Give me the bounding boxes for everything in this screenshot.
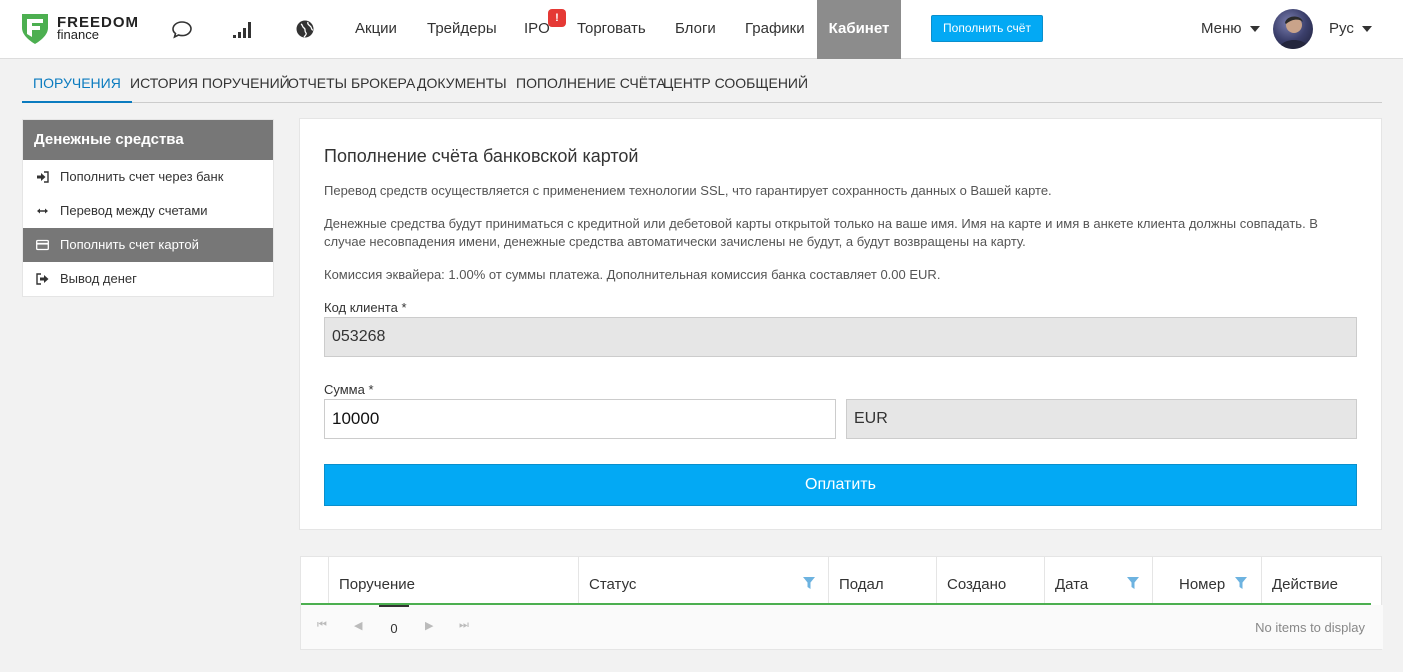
nav-trade[interactable]: Торговать (577, 0, 646, 59)
credit-card-icon (36, 239, 49, 251)
column-action[interactable]: Действие (1261, 557, 1371, 603)
sidebar-item-label: Перевод между счетами (60, 203, 208, 218)
pay-button[interactable]: Оплатить (324, 464, 1357, 506)
column-date[interactable]: Дата (1044, 557, 1152, 603)
panel-title: Пополнение счёта банковской картой (324, 146, 639, 166)
signal-bars-icon[interactable] (232, 18, 254, 40)
grid-header: Поручение Статус Подал Создано Дата Номе… (301, 557, 1371, 605)
client-code-label: Код клиента * (324, 300, 407, 315)
prev-page-icon[interactable]: ◀ (354, 619, 362, 632)
globe-icon[interactable] (294, 18, 316, 40)
currency-field: EUR (846, 399, 1357, 439)
filter-icon[interactable] (803, 577, 815, 589)
grid-pager: ⏮ ◀ 0 ▶ ⏭ No items to display (301, 605, 1383, 649)
logo-shield-icon (22, 14, 48, 44)
subnav-orders[interactable]: ПОРУЧЕНИЯ (22, 60, 132, 103)
column-submitted-by[interactable]: Подал (828, 557, 936, 603)
subnav-message-center[interactable]: ЦЕНТР СООБЩЕНИЙ (663, 60, 808, 103)
arrows-horizontal-icon (37, 208, 48, 214)
cabinet-subnav: ПОРУЧЕНИЯ ИСТОРИЯ ПОРУЧЕНИЙ ОТЧЕТЫ БРОКЕ… (22, 60, 1382, 103)
menu-caret-icon (1249, 26, 1260, 33)
next-page-icon[interactable]: ▶ (425, 619, 433, 632)
sidebar-title: Денежные средства (23, 120, 273, 160)
current-page[interactable]: 0 (379, 605, 409, 649)
column-created[interactable]: Создано (936, 557, 1044, 603)
sidebar-item-transfer[interactable]: Перевод между счетами (23, 194, 273, 228)
user-avatar[interactable] (1273, 9, 1313, 49)
menu-dropdown[interactable]: Меню (1201, 0, 1260, 59)
avatar-portrait-icon (1279, 16, 1309, 49)
menu-label: Меню (1201, 20, 1242, 37)
amount-input[interactable]: 10000 (324, 399, 836, 439)
first-page-icon[interactable]: ⏮ (317, 619, 327, 632)
language-caret-icon (1361, 26, 1372, 33)
filter-icon[interactable] (1127, 577, 1139, 589)
sidebar-item-label: Вывод денег (60, 271, 137, 286)
nav-charts[interactable]: Графики (745, 0, 805, 59)
column-number[interactable]: Номер (1152, 557, 1261, 603)
top-bar: FREEDOM finance Акции Трейдеры IPO ! Тор… (0, 0, 1403, 59)
language-dropdown[interactable]: Рус (1329, 0, 1372, 59)
card-funding-panel: Пополнение счёта банковской картой Перев… (299, 118, 1382, 530)
orders-grid: Поручение Статус Подал Создано Дата Номе… (300, 556, 1383, 650)
nav-blogs[interactable]: Блоги (675, 0, 716, 59)
nav-ipo[interactable]: IPO (524, 0, 550, 59)
subnav-orders-history[interactable]: ИСТОРИЯ ПОРУЧЕНИЙ (130, 60, 290, 103)
funds-sidebar: Денежные средства Пополнить счет через б… (22, 119, 274, 297)
nav-stocks[interactable]: Акции (355, 0, 397, 59)
sidebar-item-label: Пополнить счет картой (60, 237, 199, 252)
last-page-icon[interactable]: ⏭ (459, 619, 469, 632)
subnav-broker-reports[interactable]: ОТЧЕТЫ БРОКЕРА (288, 60, 415, 103)
ssl-note: Перевод средств осуществляется с примене… (324, 183, 1052, 198)
sidebar-item-label: Пополнить счет через банк (60, 169, 224, 184)
top-up-account-button[interactable]: Пополнить счёт (931, 15, 1043, 42)
nav-traders[interactable]: Трейдеры (427, 0, 497, 59)
commission-note: Комиссия эквайера: 1.00% от суммы платеж… (324, 267, 941, 282)
ipo-alert-badge: ! (548, 9, 566, 27)
sidebar-item-card-deposit[interactable]: Пополнить счет картой (23, 228, 273, 262)
language-label: Рус (1329, 20, 1354, 37)
column-status[interactable]: Статус (578, 557, 828, 603)
subnav-documents[interactable]: ДОКУМЕНТЫ (417, 60, 507, 103)
filter-icon[interactable] (1235, 577, 1247, 589)
nav-cabinet[interactable]: Кабинет (817, 0, 901, 59)
subnav-account-funding[interactable]: ПОПОЛНЕНИЕ СЧЁТА (516, 60, 666, 103)
sidebar-item-withdraw[interactable]: Вывод денег (23, 262, 273, 296)
sign-out-icon (36, 273, 49, 285)
sidebar-item-bank-deposit[interactable]: Пополнить счет через банк (23, 160, 273, 194)
client-code-field: 053268 (324, 317, 1357, 357)
freedom-finance-logo[interactable]: FREEDOM finance (22, 14, 139, 44)
amount-label: Сумма * (324, 382, 374, 397)
column-order[interactable]: Поручение (328, 557, 578, 603)
card-owner-note: Денежные средства будут приниматься с кр… (324, 216, 1318, 249)
empty-grid-message: No items to display (1255, 620, 1365, 635)
sign-in-icon (37, 171, 49, 183)
chat-bubble-icon[interactable] (171, 18, 193, 40)
